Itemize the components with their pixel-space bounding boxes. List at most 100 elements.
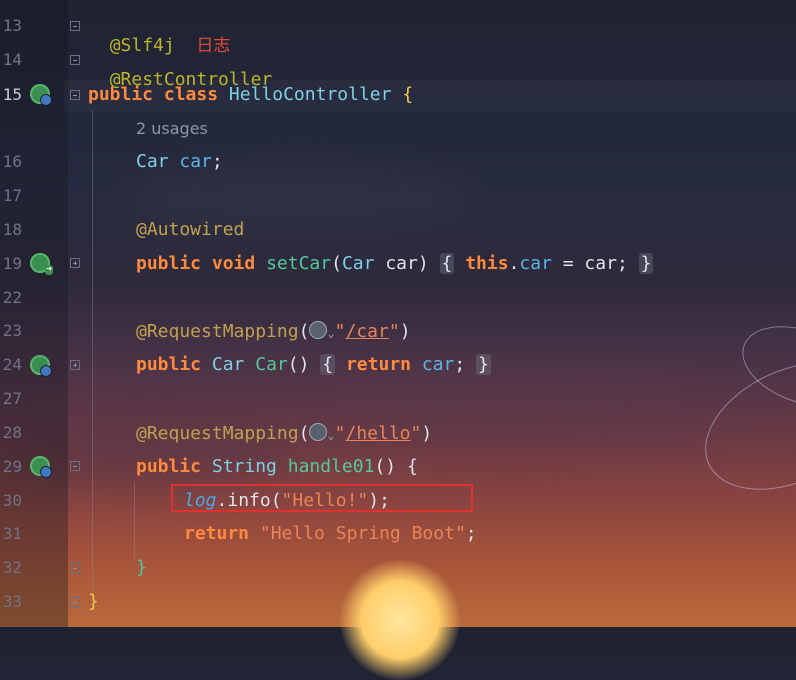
paren: ( xyxy=(298,321,310,342)
method-name: Car xyxy=(255,354,288,375)
indent-guide xyxy=(134,482,135,562)
string-quote: " xyxy=(410,423,422,444)
paren: ) xyxy=(417,253,429,274)
code-line-29[interactable]: public String handle01() { xyxy=(136,457,418,477)
globe-badge-icon xyxy=(40,365,52,377)
fold-marker[interactable] xyxy=(70,55,80,65)
folded-brace[interactable]: { xyxy=(439,253,455,274)
brace: { xyxy=(402,84,414,105)
chevron-down-icon[interactable]: ⌄ xyxy=(327,326,334,340)
arrow-icon: ➜ xyxy=(44,264,53,275)
paren: ( xyxy=(331,253,342,274)
url-path-link[interactable]: /car xyxy=(345,321,388,342)
keyword: public xyxy=(136,456,202,477)
fold-marker[interactable] xyxy=(70,21,80,31)
globe-icon[interactable] xyxy=(309,321,328,339)
method-name: setCar xyxy=(266,253,332,274)
line-number: 14 xyxy=(2,50,22,69)
punctuation: . xyxy=(508,253,520,274)
fold-marker[interactable] xyxy=(70,461,80,471)
type: Car xyxy=(341,253,375,274)
keyword: return xyxy=(184,523,250,544)
spring-injection-icon[interactable]: ➜ xyxy=(30,253,53,275)
code-line-16[interactable]: Car car; xyxy=(136,152,223,172)
field: car xyxy=(421,354,455,375)
line-number: 22 xyxy=(2,288,22,307)
web-endpoint-icon[interactable] xyxy=(30,456,52,478)
string-quote: " xyxy=(334,321,346,342)
line-number: 15 xyxy=(2,85,22,104)
type: String xyxy=(211,456,277,477)
keyword: this xyxy=(465,253,509,274)
params-and-brace: () { xyxy=(374,456,418,477)
fold-expand-marker[interactable] xyxy=(70,258,80,268)
code-line-28[interactable]: @RequestMapping(⌄"/hello") xyxy=(136,423,432,445)
line-number: 19 xyxy=(2,254,22,273)
web-endpoint-icon[interactable] xyxy=(30,355,52,377)
string-quote: " xyxy=(388,321,400,342)
type: Car xyxy=(211,354,245,375)
paren: ) xyxy=(399,321,411,342)
code-line-23[interactable]: @RequestMapping(⌄"/car") xyxy=(136,321,411,343)
annotation: @RequestMapping xyxy=(136,423,299,444)
keyword: return xyxy=(345,354,411,375)
fold-marker[interactable] xyxy=(70,563,80,573)
keyword: void xyxy=(211,253,256,274)
param: car xyxy=(385,253,418,274)
code-line-24[interactable]: public Car Car() { return car; } xyxy=(136,354,491,375)
code-line-15[interactable]: public class HelloController { xyxy=(88,85,413,105)
line-number: 28 xyxy=(2,423,22,442)
code-line-31[interactable]: return "Hello Spring Boot"; xyxy=(184,524,477,544)
folded-brace[interactable]: } xyxy=(638,253,654,274)
folded-brace[interactable]: } xyxy=(476,354,491,375)
globe-badge-icon xyxy=(40,466,52,478)
line-number: 23 xyxy=(2,321,22,340)
indent-guide xyxy=(92,110,93,592)
line-number: 31 xyxy=(2,524,22,543)
string-quote: " xyxy=(334,423,346,444)
line-number: 17 xyxy=(2,186,22,205)
paren: ) xyxy=(421,423,433,444)
keyword: public xyxy=(88,84,154,105)
brace: } xyxy=(136,557,147,578)
line-number: 16 xyxy=(2,152,22,171)
line-number: 27 xyxy=(2,389,22,408)
url-path-link[interactable]: /hello xyxy=(345,423,410,444)
punctuation: ; xyxy=(454,354,466,375)
field: car xyxy=(519,253,552,274)
brace: } xyxy=(88,591,99,612)
folded-brace[interactable]: { xyxy=(320,354,336,375)
keyword: public xyxy=(136,253,202,274)
web-badge-icon xyxy=(40,94,52,106)
type: Car xyxy=(136,151,169,172)
fold-expand-marker[interactable] xyxy=(70,360,80,370)
field: car xyxy=(179,151,212,172)
fold-marker[interactable] xyxy=(70,90,80,100)
punctuation: ; xyxy=(211,151,223,172)
line-number: 18 xyxy=(2,220,22,239)
line-number: 32 xyxy=(2,558,22,577)
line-number: 13 xyxy=(2,16,22,35)
code-line-32[interactable]: } xyxy=(136,558,147,578)
spring-bean-icon[interactable] xyxy=(30,84,52,106)
method-name: handle01 xyxy=(287,456,375,477)
code-line-18[interactable]: @Autowired xyxy=(136,220,244,240)
string-literal: "Hello Spring Boot" xyxy=(259,523,466,544)
chevron-down-icon[interactable]: ⌄ xyxy=(327,428,334,442)
fold-marker[interactable] xyxy=(70,597,80,607)
globe-icon[interactable] xyxy=(309,423,328,441)
keyword: public xyxy=(136,354,202,375)
usages-hint[interactable]: 2 usages xyxy=(136,119,208,139)
annotation: @RequestMapping xyxy=(136,321,299,342)
punctuation: ; xyxy=(465,523,477,544)
keyword: class xyxy=(163,84,219,105)
line-number: 29 xyxy=(2,457,22,476)
highlight-box xyxy=(171,484,473,512)
sun-decoration xyxy=(340,560,460,680)
assignment: = car; xyxy=(551,253,628,274)
code-line-19[interactable]: public void setCar(Car car) { this.car =… xyxy=(136,253,654,274)
paren: () xyxy=(287,354,310,375)
code-line-33[interactable]: } xyxy=(88,592,99,612)
line-number: 24 xyxy=(2,355,22,374)
annotation: @Autowired xyxy=(136,219,245,240)
